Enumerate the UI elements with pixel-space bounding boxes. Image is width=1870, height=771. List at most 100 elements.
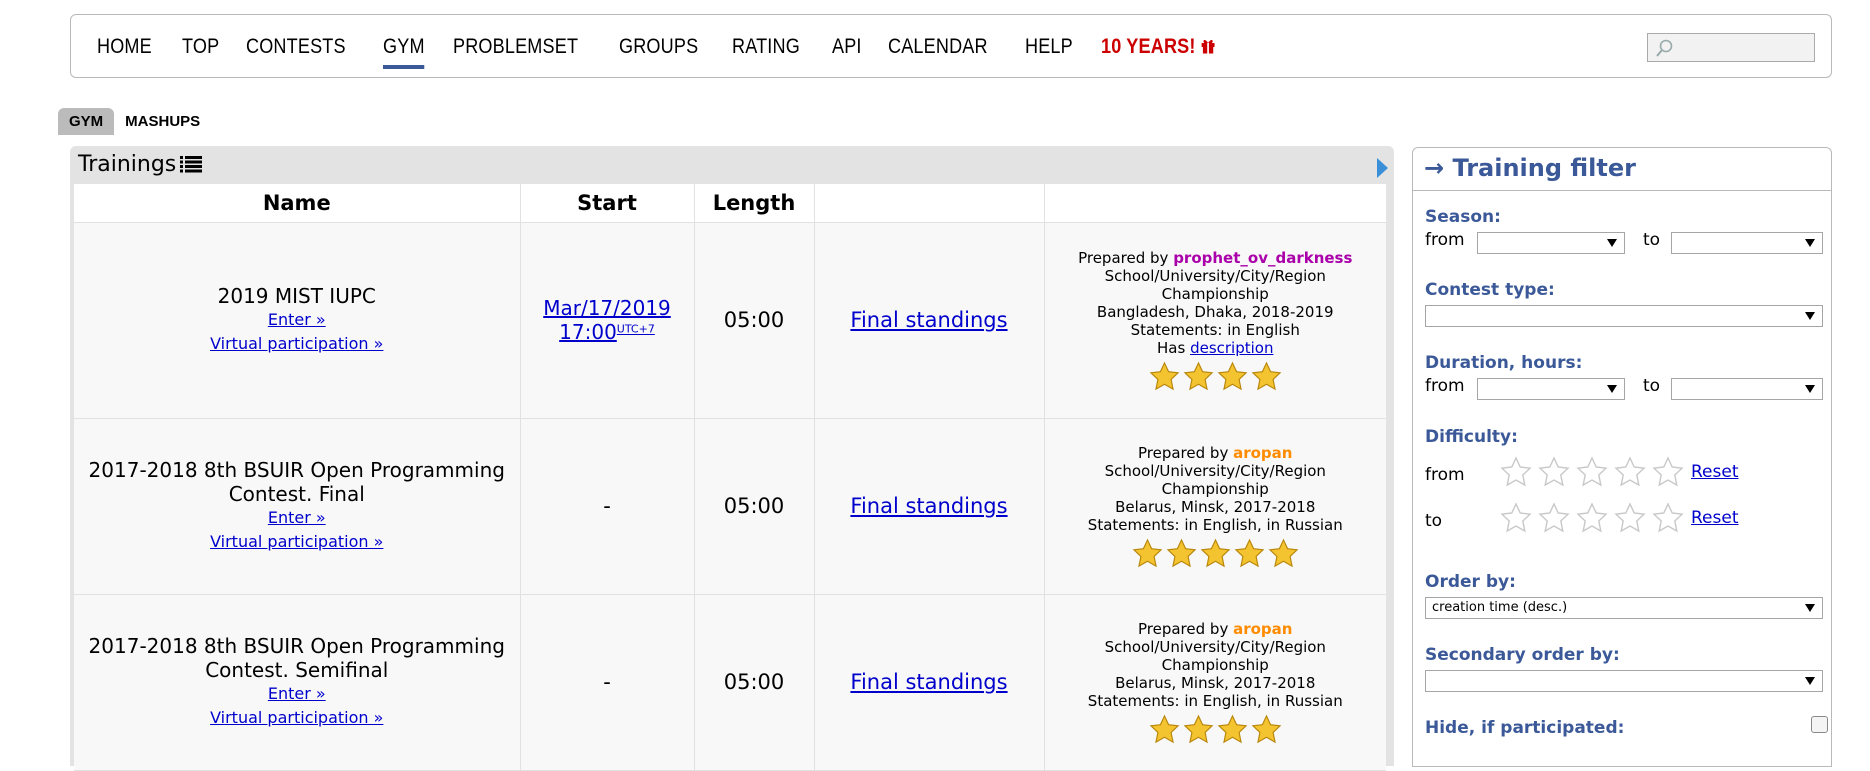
contest-name: 2017-2018 8th BSUIR Open Programming Con… <box>88 634 505 682</box>
nav-groups[interactable]: GROUPS <box>619 35 698 59</box>
trainings-panel: Trainings Name Start Length 2019 MIST IU… <box>70 146 1394 771</box>
season-from-select[interactable] <box>1477 232 1625 254</box>
column-header-name: Name <box>74 184 521 223</box>
difficulty-to-stars[interactable] <box>1500 502 1684 534</box>
author-link[interactable]: aropan <box>1233 620 1292 638</box>
nav-contests[interactable]: CONTESTS <box>246 35 346 59</box>
star-icon <box>1251 361 1282 390</box>
contest-info-cell: Prepared by aropan School/University/Cit… <box>1044 594 1386 771</box>
timezone-label[interactable]: UTC+7 <box>617 323 655 336</box>
nav-gym[interactable]: GYM <box>383 35 426 69</box>
star-icon <box>1149 361 1180 390</box>
duration-to-select[interactable] <box>1671 378 1823 400</box>
star-icon <box>1268 538 1299 567</box>
season-to-label: to <box>1643 230 1661 250</box>
order-by-label: Order by: <box>1425 572 1516 592</box>
duration-from-select[interactable] <box>1477 378 1625 400</box>
contest-type-label: Contest type: <box>1425 280 1555 300</box>
standings-cell: Final standings <box>814 418 1045 595</box>
nav-api[interactable]: API <box>832 35 862 59</box>
prepared-by-label: Prepared by <box>1138 443 1229 462</box>
difficulty-from-reset[interactable]: Reset <box>1691 462 1739 482</box>
chevron-down-icon <box>1607 239 1617 247</box>
chevron-down-icon <box>1805 385 1815 393</box>
virtual-participation-link[interactable]: Virtual participation » <box>82 530 512 554</box>
star-icon <box>1183 714 1214 743</box>
start-cell: - <box>520 594 695 771</box>
star-icon <box>1132 538 1163 567</box>
empty-star-icon[interactable] <box>1614 456 1646 488</box>
contest-name-cell: 2017-2018 8th BSUIR Open Programming Con… <box>74 594 521 771</box>
table-row: 2017-2018 8th BSUIR Open Programming Con… <box>74 594 1386 771</box>
season-from-label: from <box>1425 230 1465 250</box>
start-time: 17:00 <box>559 320 617 344</box>
contest-type-select[interactable] <box>1425 305 1823 327</box>
nav-problemset[interactable]: PROBLEMSET <box>453 35 578 59</box>
nav-calendar[interactable]: CALENDAR <box>888 35 988 59</box>
tab-gym[interactable]: GYM <box>58 108 115 135</box>
filter-title: → Training filter <box>1424 154 1636 182</box>
start-date: Mar/17/2019 <box>543 296 671 320</box>
order-by-select[interactable]: creation time (desc.) <box>1425 597 1823 619</box>
empty-star-icon[interactable] <box>1652 502 1684 534</box>
hide-participated-label: Hide, if participated: <box>1425 718 1625 738</box>
star-icon <box>1166 538 1197 567</box>
season-label: Season: <box>1425 207 1501 227</box>
empty-star-icon[interactable] <box>1614 502 1646 534</box>
secondary-order-select[interactable] <box>1425 670 1823 692</box>
empty-star-icon[interactable] <box>1500 502 1532 534</box>
hide-participated-checkbox[interactable] <box>1811 716 1828 733</box>
chevron-down-icon <box>1805 677 1815 685</box>
enter-link[interactable]: Enter » <box>82 308 512 332</box>
difficulty-to-label: to <box>1425 511 1443 531</box>
start-time-link[interactable]: Mar/17/2019 17:00 <box>543 296 671 344</box>
final-standings-link[interactable]: Final standings <box>850 308 1007 332</box>
virtual-participation-link[interactable]: Virtual participation » <box>82 706 512 730</box>
virtual-participation-link[interactable]: Virtual participation » <box>82 332 512 356</box>
empty-star-icon[interactable] <box>1538 456 1570 488</box>
duration-label: Duration, hours: <box>1425 353 1583 373</box>
contest-type: School/University/City/Region Championsh… <box>1104 266 1326 303</box>
nav-rating[interactable]: RATING <box>732 35 800 59</box>
nav-10-years-label: 10 YEARS! <box>1101 35 1197 58</box>
contest-info-cell: Prepared by aropan School/University/Cit… <box>1044 418 1386 595</box>
nav-home[interactable]: HOME <box>97 35 152 59</box>
table-header-row: Name Start Length <box>74 184 1386 223</box>
trainings-title: Trainings <box>78 152 203 179</box>
empty-star-icon[interactable] <box>1652 456 1684 488</box>
length-cell: 05:00 <box>694 418 815 595</box>
description-link[interactable]: description <box>1190 339 1273 357</box>
empty-star-icon[interactable] <box>1576 456 1608 488</box>
season-to-select[interactable] <box>1671 232 1823 254</box>
author-link[interactable]: aropan <box>1233 444 1292 462</box>
difficulty-label: Difficulty: <box>1425 427 1518 447</box>
secondary-order-label: Secondary order by: <box>1425 645 1620 665</box>
difficulty-from-stars[interactable] <box>1500 456 1684 488</box>
contest-statements: Statements: in English <box>1130 320 1300 339</box>
final-standings-link[interactable]: Final standings <box>850 670 1007 694</box>
difficulty-to-reset[interactable]: Reset <box>1691 508 1739 528</box>
nav-help[interactable]: HELP <box>1025 35 1073 59</box>
expand-arrow-icon[interactable] <box>1377 158 1388 178</box>
enter-link[interactable]: Enter » <box>82 682 512 706</box>
duration-from-label: from <box>1425 376 1465 396</box>
final-standings-link[interactable]: Final standings <box>850 494 1007 518</box>
empty-star-icon[interactable] <box>1500 456 1532 488</box>
contest-statements: Statements: in English, in Russian <box>1087 515 1343 534</box>
author-link[interactable]: prophet_ov_darkness <box>1173 249 1352 267</box>
chevron-down-icon <box>1805 239 1815 247</box>
column-header-standings <box>814 184 1045 223</box>
contest-type: School/University/City/Region Championsh… <box>1104 637 1326 674</box>
contest-name-cell: 2017-2018 8th BSUIR Open Programming Con… <box>74 418 521 595</box>
main-menu: HOME TOP CONTESTS GYM PROBLEMSET GROUPS … <box>97 15 1255 79</box>
list-icon <box>180 154 203 179</box>
trainings-header: Trainings <box>70 146 1394 184</box>
difficulty-stars <box>1053 714 1379 745</box>
enter-link[interactable]: Enter » <box>82 506 512 530</box>
tab-mashups[interactable]: MASHUPS <box>114 108 211 135</box>
search-box[interactable] <box>1647 33 1815 62</box>
nav-10-years[interactable]: 10 YEARS! <box>1101 35 1215 59</box>
nav-top[interactable]: TOP <box>182 35 219 59</box>
empty-star-icon[interactable] <box>1576 502 1608 534</box>
empty-star-icon[interactable] <box>1538 502 1570 534</box>
